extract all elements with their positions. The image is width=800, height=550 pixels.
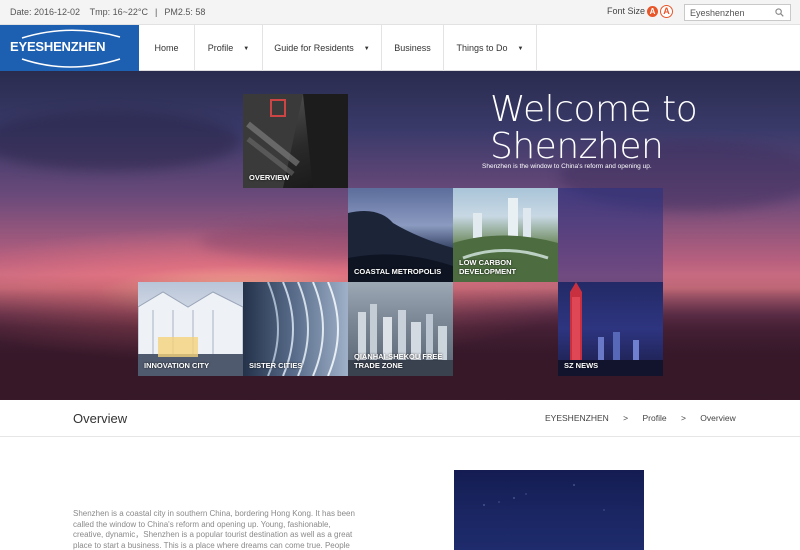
tile-sz-news-label: SZ NEWS bbox=[564, 361, 599, 370]
nav-business-label: Business bbox=[394, 43, 431, 53]
page-title: Overview bbox=[73, 411, 128, 426]
tile-sister-cities-label: SISTER CITIES bbox=[249, 361, 303, 370]
night-sky-photo bbox=[454, 470, 644, 550]
font-size-large-button[interactable]: A bbox=[660, 5, 673, 18]
nav-profile[interactable]: Profile ▼ bbox=[195, 25, 263, 71]
tile-qianhai-label: QIANHAI-SHEKOU FREE TRADE ZONE bbox=[354, 352, 443, 370]
date-text: Date: 2016-12-02 bbox=[10, 7, 81, 17]
tile-blank[interactable] bbox=[558, 188, 663, 282]
search-box bbox=[684, 4, 791, 21]
breadcrumb: EYESHENZHEN > Profile > Overview bbox=[545, 413, 736, 423]
hero-banner: Welcome to Shenzhen Shenzhen is the wind… bbox=[0, 71, 800, 400]
nav-profile-label: Profile bbox=[207, 43, 234, 53]
pm25-text: PM2.5: 58 bbox=[164, 7, 206, 17]
chevron-down-icon: ▼ bbox=[243, 46, 250, 52]
tile-overview[interactable]: OVERVIEW bbox=[243, 94, 348, 188]
nav-home-label: Home bbox=[154, 43, 179, 53]
breadcrumb-profile-link[interactable]: Profile bbox=[642, 413, 666, 423]
breadcrumb-home-link[interactable]: EYESHENZHEN bbox=[545, 413, 609, 423]
search-icon[interactable] bbox=[775, 8, 784, 17]
nav-things-label: Things to Do bbox=[456, 43, 508, 53]
breadcrumb-separator: > bbox=[623, 413, 629, 423]
hero-title-line1: Welcome to bbox=[490, 89, 698, 130]
chevron-down-icon: ▼ bbox=[363, 46, 370, 52]
site-logo[interactable]: EYESHENZHEN bbox=[0, 25, 139, 71]
info-divider: | bbox=[154, 7, 158, 17]
night-sky-image bbox=[483, 484, 605, 511]
intro-paragraph: Shenzhen is a coastal city in southern C… bbox=[73, 509, 355, 550]
tile-coastal-label: COASTAL METROPOLIS bbox=[354, 267, 442, 276]
weather-info: Date: 2016-12-02 Tmp: 16~22°C | PM2.5: 5… bbox=[10, 7, 207, 17]
search-input[interactable] bbox=[685, 5, 771, 20]
hero-subtitle: Shenzhen is the window to China's reform… bbox=[482, 163, 652, 170]
breadcrumb-separator: > bbox=[680, 413, 686, 423]
nav-home[interactable]: Home bbox=[139, 25, 195, 71]
temperature-text: Tmp: 16~22°C bbox=[89, 7, 148, 17]
nav-guide-label: Guide for Residents bbox=[274, 43, 354, 53]
hero-title-line2: Shenzhen bbox=[490, 126, 664, 167]
nav-things-to-do[interactable]: Things to Do ▼ bbox=[444, 25, 537, 71]
hero-title: Welcome to Shenzhen bbox=[490, 89, 698, 167]
tile-overview-label: OVERVIEW bbox=[249, 173, 290, 182]
tile-innovation-label: INNOVATION CITY bbox=[144, 361, 210, 370]
tile-innovation-city[interactable]: INNOVATION CITY bbox=[138, 282, 243, 376]
nav-business[interactable]: Business bbox=[382, 25, 444, 71]
tile-coastal-metropolis[interactable]: COASTAL METROPOLIS bbox=[348, 188, 453, 282]
nav-guide-for-residents[interactable]: Guide for Residents ▼ bbox=[263, 25, 382, 71]
tile-sister-cities[interactable]: SISTER CITIES bbox=[243, 282, 348, 376]
tile-sz-news[interactable]: SZ NEWS bbox=[558, 282, 663, 376]
main-navigation: EYESHENZHEN Home Profile ▼ Guide for Resi… bbox=[0, 25, 800, 71]
tile-low-carbon[interactable]: LOW CARBON DEVELOPMENT bbox=[453, 188, 558, 282]
logo-text: EYESHENZHEN bbox=[10, 39, 106, 54]
sky-cloud bbox=[0, 111, 240, 171]
font-size-small-button[interactable]: A bbox=[647, 6, 658, 17]
breadcrumb-current: Overview bbox=[700, 413, 736, 423]
main-content: Shenzhen is a coastal city in southern C… bbox=[0, 437, 800, 550]
tile-low-carbon-label: LOW CARBON DEVELOPMENT bbox=[459, 258, 517, 276]
tile-qianhai-shekou[interactable]: QIANHAI-SHEKOU FREE TRADE ZONE bbox=[348, 282, 453, 376]
chevron-down-icon: ▼ bbox=[517, 46, 524, 52]
top-info-bar: Date: 2016-12-02 Tmp: 16~22°C | PM2.5: 5… bbox=[0, 0, 800, 25]
section-header: Overview EYESHENZHEN > Profile > Overvie… bbox=[0, 400, 800, 437]
font-size-label: Font Size bbox=[607, 6, 646, 16]
